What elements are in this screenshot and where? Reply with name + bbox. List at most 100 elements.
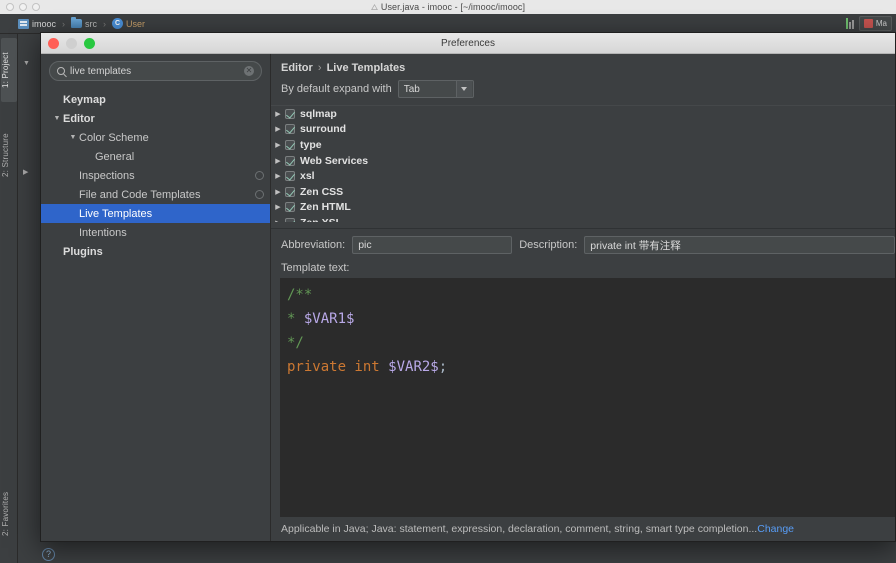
- template-text-editor[interactable]: /** * $VAR1$ */ private int $VAR2$;: [280, 278, 895, 517]
- os-close-icon[interactable]: [6, 3, 14, 11]
- table-row[interactable]: ▶ type: [271, 137, 895, 153]
- preferences-body: live templates ✕ Keymap ▼ Editor ▼ Color Sch…: [41, 54, 895, 541]
- code-variable: $VAR2$: [388, 359, 439, 375]
- sidebar-item-keymap[interactable]: Keymap: [41, 90, 270, 109]
- os-minimize-icon[interactable]: [19, 3, 27, 11]
- applicable-context-text: Applicable in Java; Java: statement, exp…: [281, 523, 758, 535]
- checkbox-checked-icon[interactable]: [285, 155, 295, 166]
- sidebar-item-plugins[interactable]: Plugins: [41, 242, 270, 261]
- run-config-icon: [863, 19, 873, 28]
- tree-expand-arrow-icon[interactable]: ▶: [271, 110, 285, 118]
- clear-icon[interactable]: ✕: [244, 66, 254, 76]
- checkbox-checked-icon[interactable]: [285, 124, 295, 135]
- help-icon[interactable]: ?: [42, 548, 55, 561]
- sidebar-item-editor[interactable]: ▼ Editor: [41, 109, 270, 128]
- checkbox-checked-icon[interactable]: [285, 139, 295, 150]
- app-icon: [370, 3, 378, 10]
- preferences-titlebar[interactable]: Preferences: [41, 33, 895, 54]
- module-icon: [18, 18, 29, 29]
- checkbox-checked-icon[interactable]: [285, 108, 295, 119]
- sidebar-item-inspections[interactable]: Inspections: [41, 166, 270, 185]
- sidebar-item-label: Editor: [63, 112, 95, 125]
- table-row[interactable]: ▶ Zen HTML: [271, 200, 895, 216]
- chevron-down-icon[interactable]: [455, 81, 472, 97]
- table-row[interactable]: ▶ Zen CSS: [271, 184, 895, 200]
- code-keyword: private int: [287, 359, 389, 375]
- tree-expand-arrow-icon[interactable]: ▶: [271, 188, 285, 196]
- tree-expand-arrow-icon[interactable]: ▶: [271, 219, 285, 222]
- templates-tree[interactable]: ▶ sqlmap ▶ surround ▶ type ▶ Web Services ▶ xsl ▶ Z…: [271, 105, 895, 222]
- tree-expand-arrow-icon[interactable]: ▶: [271, 125, 285, 133]
- code-comment: */: [287, 335, 304, 351]
- folder-icon: [71, 17, 83, 28]
- run-configuration-selector[interactable]: Ma: [858, 16, 892, 31]
- template-group-label: Zen HTML: [300, 201, 351, 214]
- breadcrumb-separator: ›: [103, 18, 107, 29]
- breadcrumb-label: User: [126, 18, 146, 29]
- preferences-dialog: Preferences live templates ✕ Keymap ▼ Edit…: [40, 32, 896, 542]
- checkbox-checked-icon[interactable]: [285, 217, 295, 222]
- tree-collapse-arrow-icon[interactable]: ▼: [67, 134, 79, 141]
- search-input[interactable]: live templates ✕: [49, 61, 262, 81]
- applicable-context-row: Applicable in Java; Java: statement, exp…: [271, 517, 895, 541]
- code-variable: $VAR1$: [303, 311, 355, 327]
- table-row[interactable]: ▶ xsl: [271, 168, 895, 184]
- breadcrumb-item-src[interactable]: src: [71, 17, 97, 29]
- editor-line: /**: [287, 283, 894, 307]
- sidebar-item-project[interactable]: 1: Project: [1, 38, 17, 102]
- class-icon: C: [112, 18, 124, 29]
- search-icon: [57, 67, 65, 75]
- abbreviation-input[interactable]: pic: [352, 236, 513, 254]
- minimize-icon[interactable]: [66, 38, 77, 49]
- expand-with-dropdown[interactable]: Tab: [397, 80, 474, 98]
- breadcrumb-item-user[interactable]: C User: [112, 18, 145, 29]
- compare-icon[interactable]: [845, 18, 854, 29]
- editor-line: */: [287, 331, 894, 355]
- gear-icon[interactable]: [255, 171, 264, 180]
- tree-expand-arrow-icon[interactable]: ▶: [271, 157, 285, 165]
- tool-window-stripe-left: 1: Project 2: Structure 2: Favorites: [0, 34, 18, 563]
- zoom-icon[interactable]: [84, 38, 95, 49]
- table-row[interactable]: ▶ Web Services: [271, 153, 895, 169]
- tree-expand-arrow-icon[interactable]: ▶: [271, 172, 285, 180]
- sidebar-item-general[interactable]: General: [41, 147, 270, 166]
- tree-expand-arrow-icon[interactable]: ▶: [23, 168, 28, 176]
- checkbox-checked-icon[interactable]: [285, 171, 295, 182]
- sidebar-item-structure[interactable]: 2: Structure: [1, 116, 17, 194]
- preferences-window-controls[interactable]: [48, 38, 95, 49]
- table-row[interactable]: ▶ sqlmap: [271, 106, 895, 122]
- sidebar-item-label: Intentions: [79, 226, 127, 239]
- table-row[interactable]: ▶ Zen XSL: [271, 215, 895, 222]
- os-zoom-icon[interactable]: [32, 3, 40, 11]
- navbar-right-controls: Ma: [845, 16, 896, 31]
- breadcrumb-item-imooc[interactable]: imooc: [18, 18, 56, 29]
- os-window-titlebar: User.java - imooc - [~/imooc/imooc]: [0, 0, 896, 14]
- template-group-label: surround: [300, 123, 347, 136]
- os-window-controls[interactable]: [6, 3, 40, 11]
- sidebar-item-intentions[interactable]: Intentions: [41, 223, 270, 242]
- live-templates-panel: Editor › Live Templates By default expan…: [271, 54, 895, 541]
- gear-icon[interactable]: [255, 190, 264, 199]
- sidebar-item-color-scheme[interactable]: ▼ Color Scheme: [41, 128, 270, 147]
- settings-tree[interactable]: Keymap ▼ Editor ▼ Color Scheme General Inspect…: [41, 86, 270, 541]
- sidebar-item-label: Inspections: [79, 169, 135, 182]
- sidebar-item-live-templates[interactable]: Live Templates: [41, 204, 270, 223]
- run-config-label: Ma: [875, 19, 887, 28]
- template-group-label: sqlmap: [300, 107, 337, 120]
- table-row[interactable]: ▶ surround: [271, 122, 895, 138]
- sidebar-item-file-and-code-templates[interactable]: File and Code Templates: [41, 185, 270, 204]
- tree-expand-arrow-icon[interactable]: ▶: [271, 141, 285, 149]
- close-icon[interactable]: [48, 38, 59, 49]
- description-input[interactable]: private int 带有注释: [584, 236, 895, 254]
- tree-collapse-arrow-icon[interactable]: ▼: [51, 115, 63, 122]
- checkbox-checked-icon[interactable]: [285, 186, 295, 197]
- checkbox-checked-icon[interactable]: [285, 202, 295, 213]
- tree-expand-arrow-icon[interactable]: ▶: [271, 203, 285, 211]
- ide-navigation-bar: imooc › src › C User Ma: [0, 14, 896, 34]
- breadcrumb-separator: ›: [62, 18, 66, 29]
- sidebar-item-favorites[interactable]: 2: Favorites: [1, 474, 17, 554]
- code-plain: ;: [438, 359, 448, 375]
- change-context-link[interactable]: Change: [757, 523, 794, 535]
- tree-collapse-arrow-icon[interactable]: ▼: [23, 60, 30, 67]
- settings-search-wrapper: live templates ✕: [41, 54, 270, 86]
